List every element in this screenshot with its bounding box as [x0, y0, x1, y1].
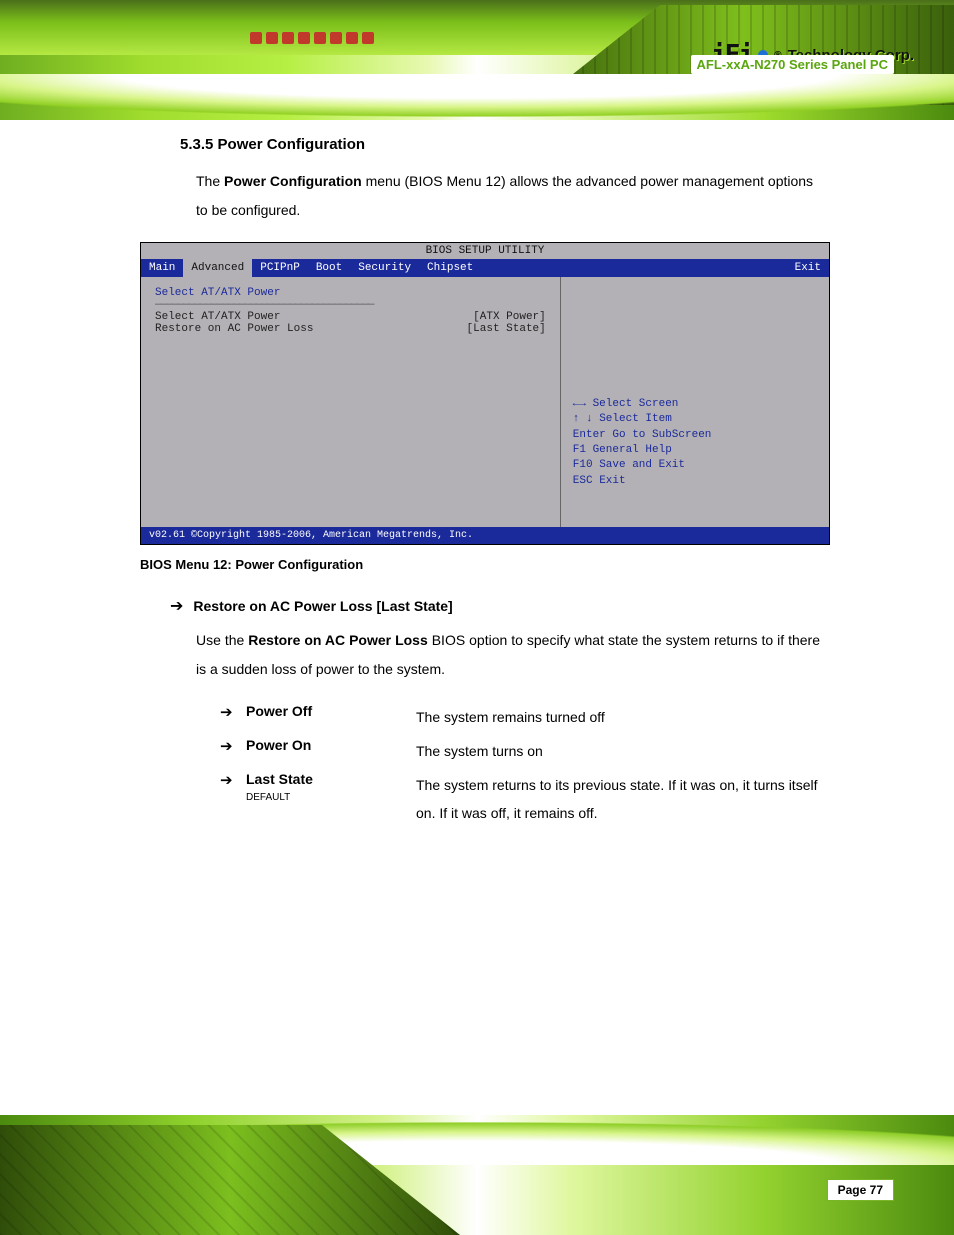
option-name: Last State DEFAULT	[246, 771, 416, 803]
bios-key-sym: F1	[573, 444, 586, 456]
bios-tab-main: Main	[141, 259, 183, 277]
bios-row-key: Select AT/ATX Power	[155, 311, 280, 323]
product-name: AFL-xxA-N270 Series Panel PC	[691, 55, 894, 74]
arrow-right-icon: ➔	[220, 771, 246, 789]
bios-key-row: F10 Save and Exit	[573, 458, 817, 473]
option-row: ➔ Last State DEFAULT The system returns …	[220, 771, 840, 827]
intro-bold: Power Configuration	[224, 173, 362, 189]
footer-banner: Page 77	[0, 1115, 954, 1235]
bios-separator: ———————————————————————————————————————	[155, 299, 546, 311]
intro-paragraph: The Power Configuration menu (BIOS Menu …	[196, 167, 820, 226]
option-heading-row: ➔ Restore on AC Power Loss [Last State]	[170, 596, 900, 616]
option-desc: The system remains turned off	[416, 703, 840, 731]
bios-key-row: ↑ ↓ Select Item	[573, 412, 817, 427]
opt-para-pre: Use the	[196, 632, 248, 648]
arrow-ud-icon: ↑ ↓	[573, 413, 593, 425]
figure-caption: BIOS Menu 12: Power Configuration	[140, 557, 900, 572]
option-heading: Restore on AC Power Loss [Last State]	[193, 598, 452, 614]
option-table: ➔ Power Off The system remains turned of…	[220, 703, 840, 827]
header-banner: iEi ® Technology Corp. AFL-xxA-N270 Seri…	[0, 0, 954, 120]
bios-tab-chipset: Chipset	[419, 259, 787, 277]
bios-key-text: Exit	[599, 475, 625, 487]
option-paragraph: Use the Restore on AC Power Loss BIOS op…	[196, 626, 820, 685]
option-desc: The system turns on	[416, 737, 840, 765]
bios-footer: v02.61 ©Copyright 1985-2006, American Me…	[141, 527, 829, 544]
bios-key-row: F1 General Help	[573, 443, 817, 458]
option-default-tag: DEFAULT	[246, 792, 290, 803]
bios-right-pane: ←→ Select Screen ↑ ↓ Select Item Enter G…	[561, 277, 829, 527]
option-desc: The system returns to its previous state…	[416, 771, 840, 827]
bios-key-text: Select Item	[599, 413, 672, 425]
bios-key-sym: F10	[573, 459, 593, 471]
bios-key-text: Select Screen	[593, 398, 679, 410]
bios-tab-security: Security	[350, 259, 419, 277]
option-name: Power On	[246, 737, 416, 753]
bios-key-row: ←→ Select Screen	[573, 397, 817, 412]
bios-key-text: General Help	[593, 444, 672, 456]
bios-title-bar: BIOS SETUP UTILITY	[141, 243, 829, 259]
header-curve	[0, 74, 954, 124]
opt-para-bold: Restore on AC Power Loss	[248, 632, 427, 648]
bios-left-pane: Select AT/ATX Power ————————————————————…	[141, 277, 561, 527]
bios-row-key: Restore on AC Power Loss	[155, 323, 313, 335]
option-row: ➔ Power On The system turns on	[220, 737, 840, 765]
bios-tab-bar: Main Advanced PCIPnP Boot Security Chips…	[141, 259, 829, 277]
bios-left-heading: Select AT/ATX Power	[155, 287, 546, 299]
option-name-text: Last State	[246, 771, 313, 787]
bios-key-text: Save and Exit	[599, 459, 685, 471]
bios-tab-exit: Exit	[787, 259, 829, 277]
bios-row: Select AT/ATX Power [ATX Power]	[155, 311, 546, 323]
bios-key-sym: ESC	[573, 475, 593, 487]
bios-key-row: ESC Exit	[573, 474, 817, 489]
bios-hint	[573, 287, 817, 397]
bios-tab-boot: Boot	[308, 259, 350, 277]
section-title: 5.3.5 Power Configuration	[180, 136, 900, 153]
bios-key-sym: Enter	[573, 429, 606, 441]
arrow-right-icon: ➔	[220, 703, 246, 721]
bios-screenshot: BIOS SETUP UTILITY Main Advanced PCIPnP …	[140, 242, 830, 545]
header-decor-dots	[250, 32, 380, 46]
arrow-right-icon: ➔	[220, 737, 246, 755]
bios-key-text: Go to SubScreen	[612, 429, 711, 441]
bios-row: Restore on AC Power Loss [Last State]	[155, 323, 546, 335]
bios-tab-advanced: Advanced	[183, 259, 252, 277]
bios-row-val: [ATX Power]	[473, 311, 546, 323]
option-name: Power Off	[246, 703, 416, 719]
page-number: Page 77	[827, 1179, 894, 1201]
option-row: ➔ Power Off The system remains turned of…	[220, 703, 840, 731]
bios-body: Select AT/ATX Power ————————————————————…	[141, 277, 829, 527]
bios-row-val: [Last State]	[467, 323, 546, 335]
page-content: 5.3.5 Power Configuration The Power Conf…	[140, 130, 900, 833]
arrow-lr-icon: ←→	[573, 398, 586, 410]
arrow-right-icon: ➔	[170, 596, 183, 616]
bios-key-row: Enter Go to SubScreen	[573, 428, 817, 443]
intro-pre: The	[196, 173, 224, 189]
bios-tab-pcipnp: PCIPnP	[252, 259, 308, 277]
